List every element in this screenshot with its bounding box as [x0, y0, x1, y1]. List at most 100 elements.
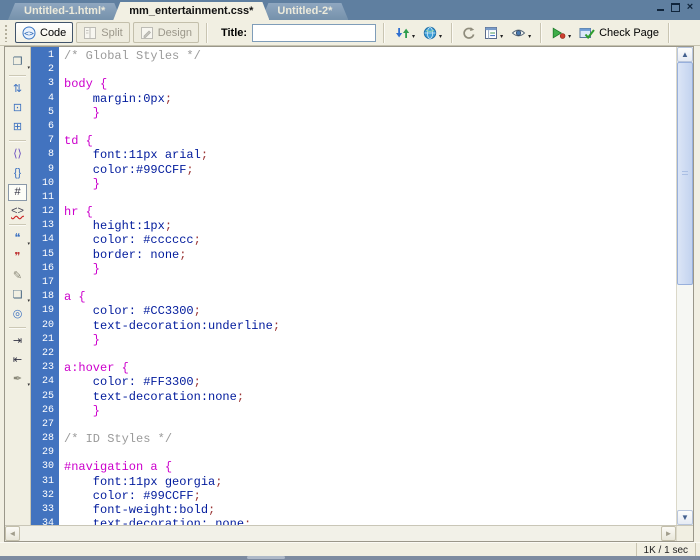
code-line[interactable]: td {: [64, 134, 676, 148]
code-line[interactable]: }: [64, 262, 676, 276]
code-line[interactable]: color: #FF3300;: [64, 375, 676, 389]
recent-snippets-button[interactable]: ❏▾: [8, 287, 27, 304]
code-line[interactable]: text-decoration: none;: [64, 517, 676, 525]
title-input[interactable]: [252, 24, 376, 42]
code-line[interactable]: height:1px;: [64, 219, 676, 233]
reference-button[interactable]: ◎: [8, 306, 27, 323]
code-line[interactable]: [64, 418, 676, 432]
scroll-right-button[interactable]: ►: [661, 526, 676, 541]
code-line[interactable]: color: #99CCFF;: [64, 489, 676, 503]
line-number: 4: [31, 92, 54, 106]
line-number: 13: [31, 219, 54, 233]
code-line[interactable]: [64, 347, 676, 361]
line-number: 22: [31, 347, 54, 361]
wrap-tag-button[interactable]: ✎: [8, 268, 27, 285]
tab-untitled-2[interactable]: Untitled-2*: [261, 3, 348, 20]
minimize-button[interactable]: [654, 2, 666, 13]
open-documents-button[interactable]: ❐▾: [8, 54, 27, 71]
dropdown-arrow-icon: ▾: [528, 33, 531, 43]
code-line[interactable]: [64, 191, 676, 205]
collapse-full-tag-button[interactable]: ⇅: [8, 81, 27, 98]
server-debug-button[interactable]: ▾: [548, 23, 574, 43]
view-options-icon: [484, 26, 498, 40]
code-line[interactable]: }: [64, 404, 676, 418]
code-line[interactable]: }: [64, 106, 676, 120]
horizontal-scrollbar[interactable]: ◄ ►: [5, 525, 693, 541]
apply-comment-button[interactable]: ❝▾: [8, 230, 27, 247]
visual-aids-button[interactable]: ▾: [508, 23, 534, 43]
remove-comment-icon: ❞: [15, 252, 21, 263]
code-view-button[interactable]: <>Code: [15, 22, 73, 43]
horizontal-scroll-track[interactable]: [20, 526, 661, 541]
scroll-up-button[interactable]: ▲: [677, 47, 693, 62]
close-icon: ×: [687, 2, 693, 13]
open-documents-icon: ❐: [13, 57, 23, 68]
code-line[interactable]: a:hover {: [64, 361, 676, 375]
balance-braces-button[interactable]: {}: [8, 165, 27, 182]
line-number: 33: [31, 503, 54, 517]
dropdown-arrow-icon: ▾: [27, 65, 30, 71]
sidebar-separator: [9, 327, 26, 329]
indent-code-button[interactable]: ⇥: [8, 333, 27, 350]
line-number: 5: [31, 106, 54, 120]
code-line[interactable]: [64, 276, 676, 290]
line-number: 26: [31, 404, 54, 418]
code-line[interactable]: font-weight:bold;: [64, 503, 676, 517]
code-token: a:hover {: [64, 361, 129, 375]
code-line[interactable]: color: #cccccc;: [64, 233, 676, 247]
code-line[interactable]: border: none;: [64, 248, 676, 262]
code-line[interactable]: }: [64, 177, 676, 191]
restore-button[interactable]: [669, 2, 681, 13]
close-button[interactable]: ×: [684, 2, 696, 13]
code-line[interactable]: /* Global Styles */: [64, 49, 676, 63]
code-line[interactable]: margin:0px;: [64, 92, 676, 106]
outdent-code-button[interactable]: ⇤: [8, 352, 27, 369]
code-line[interactable]: /* ID Styles */: [64, 432, 676, 446]
dropdown-arrow-icon: ▾: [568, 33, 571, 43]
code-token: ;: [194, 375, 201, 389]
code-line[interactable]: [64, 446, 676, 460]
tab-untitled-1[interactable]: Untitled-1.html*: [8, 3, 121, 20]
line-numbers-button[interactable]: #: [8, 184, 27, 201]
code-line[interactable]: }: [64, 333, 676, 347]
tab-mm-entertainment-css[interactable]: mm_entertainment.css*: [113, 2, 269, 20]
toolbar-grip-handle[interactable]: [4, 24, 9, 42]
code-line[interactable]: [64, 63, 676, 77]
preview-in-browser-button[interactable]: ▾: [420, 23, 445, 43]
scroll-down-button[interactable]: ▼: [677, 510, 693, 525]
code-line[interactable]: font:11px georgia;: [64, 475, 676, 489]
code-view[interactable]: 1234567891011121314151617181920212223242…: [31, 47, 676, 525]
scroll-left-button[interactable]: ◄: [5, 526, 20, 541]
toolbar-icon-buttons: ▾▾▾▾▾Check Page: [392, 23, 674, 43]
code-text-area[interactable]: /* Global Styles */body { margin:0px; }t…: [59, 47, 676, 525]
remove-comment-button[interactable]: ❞: [8, 249, 27, 266]
code-line[interactable]: [64, 120, 676, 134]
code-line[interactable]: text-decoration:none;: [64, 390, 676, 404]
view-options-button[interactable]: ▾: [481, 23, 506, 43]
code-line[interactable]: body {: [64, 77, 676, 91]
code-line[interactable]: hr {: [64, 205, 676, 219]
code-token: ;: [165, 92, 172, 106]
code-line[interactable]: color: #CC3300;: [64, 304, 676, 318]
refresh-design-view-button[interactable]: [459, 23, 479, 43]
code-line[interactable]: color:#99CCFF;: [64, 163, 676, 177]
code-line[interactable]: a {: [64, 290, 676, 304]
code-token: font:11px arial: [64, 148, 201, 162]
file-management-button[interactable]: ▾: [392, 23, 418, 43]
check-page-button[interactable]: Check Page: [576, 23, 662, 43]
code-line[interactable]: text-decoration:underline;: [64, 319, 676, 333]
code-view-icon: <>: [22, 26, 36, 40]
highlight-invalid-code-button[interactable]: <>: [8, 203, 27, 220]
vertical-scrollbar[interactable]: ▲ ▼: [676, 47, 693, 525]
format-source-code-button[interactable]: ✒▾: [8, 371, 27, 388]
collapse-selection-button[interactable]: ⊡: [8, 100, 27, 117]
select-parent-tag-button[interactable]: ⟨⟩: [8, 146, 27, 163]
toolbar-separator: [383, 23, 385, 43]
vertical-scroll-track[interactable]: [677, 62, 693, 510]
code-line[interactable]: #navigation a {: [64, 460, 676, 474]
expand-all-button[interactable]: ⊞: [8, 119, 27, 136]
line-number: 32: [31, 489, 54, 503]
code-line[interactable]: font:11px arial;: [64, 148, 676, 162]
panel-collapse-handle[interactable]: [247, 556, 285, 559]
vertical-scroll-thumb[interactable]: [677, 62, 693, 285]
